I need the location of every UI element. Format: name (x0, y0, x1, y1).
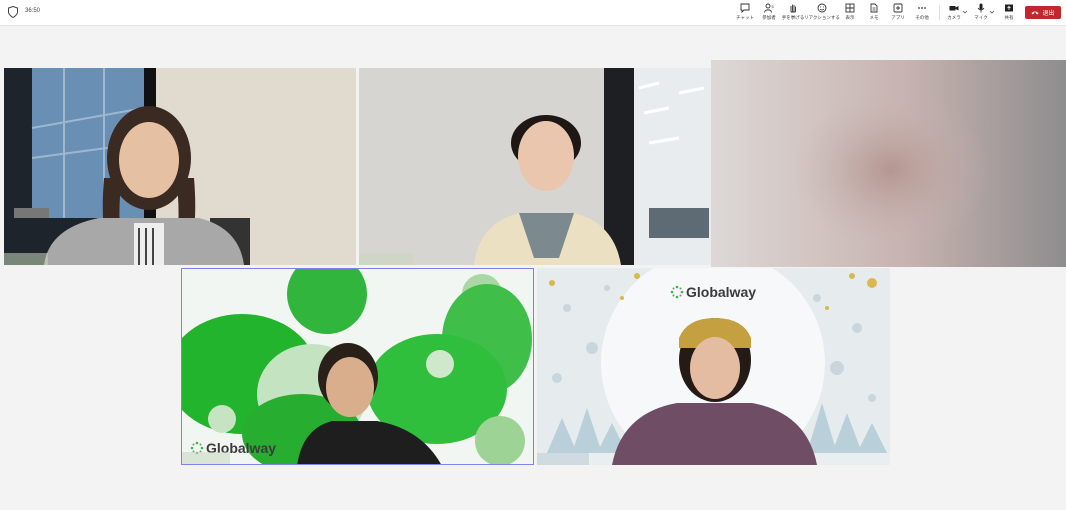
participant-video (182, 269, 533, 464)
participant-video-blurred (711, 60, 1066, 267)
view-button[interactable]: 表示 (838, 3, 862, 23)
participant-video-tile[interactable] (359, 68, 711, 265)
meeting-toolbar: 36:50 チャット 5 参加者 手を挙げる リアクションする 表示 メモ アプ… (0, 0, 1066, 26)
chat-button[interactable]: チャット (733, 3, 757, 23)
leave-button[interactable]: 退出 (1025, 6, 1061, 19)
toolbar-divider (939, 5, 940, 20)
notes-label: メモ (869, 15, 879, 20)
people-icon: 5 (764, 3, 774, 13)
share-button[interactable]: 共有 (997, 3, 1021, 23)
participant-video-tile[interactable]: Globalway (537, 268, 890, 465)
participant-video (4, 68, 356, 265)
share-label: 共有 (1004, 15, 1014, 20)
participants-button[interactable]: 5 参加者 (757, 3, 781, 23)
svg-text:5: 5 (772, 4, 775, 9)
mic-icon (977, 3, 985, 13)
more-icon (918, 7, 926, 9)
participant-name-plate (537, 453, 589, 465)
participant-video (359, 68, 711, 265)
background-logo-text: Globalway (686, 284, 757, 300)
participant-video-tile[interactable]: Globalway (181, 268, 534, 465)
view-icon (845, 3, 855, 13)
participant-name-plate (359, 253, 413, 265)
raise-hand-icon (790, 4, 796, 13)
more-button[interactable]: その他 (910, 3, 934, 23)
share-icon (1005, 4, 1013, 12)
participant-name-plate (4, 253, 48, 265)
view-label: 表示 (845, 15, 855, 20)
meeting-timer: 36:50 (25, 8, 41, 14)
leave-label: 退出 (1042, 11, 1055, 17)
more-label: その他 (915, 15, 929, 20)
camera-options-chevron-icon[interactable] (962, 9, 968, 15)
chat-icon (740, 3, 750, 13)
participant-video-tile[interactable] (711, 60, 1066, 267)
reaction-button[interactable]: リアクションする (804, 3, 840, 23)
shield-icon (8, 6, 18, 18)
globalway-logo-icon (670, 285, 684, 299)
hangup-icon (1031, 11, 1039, 15)
participants-label: 参加者 (762, 15, 776, 20)
camera-label: カメラ (947, 15, 961, 20)
reaction-icon (817, 3, 827, 13)
notes-icon (870, 3, 878, 13)
raise-hand-button[interactable]: 手を挙げる (781, 3, 805, 23)
reaction-label: リアクションする (804, 15, 840, 20)
raise-hand-label: 手を挙げる (781, 15, 805, 20)
participant-video-tile[interactable] (4, 68, 356, 265)
mic-options-chevron-icon[interactable] (989, 9, 995, 15)
participant-name-plate (182, 452, 230, 464)
apps-button[interactable]: アプリ (886, 3, 910, 23)
apps-icon (893, 3, 903, 13)
apps-label: アプリ (891, 15, 905, 20)
mic-label: マイク (974, 15, 988, 20)
notes-button[interactable]: メモ (862, 3, 886, 23)
chat-label: チャット (736, 15, 754, 20)
camera-icon (949, 6, 959, 11)
